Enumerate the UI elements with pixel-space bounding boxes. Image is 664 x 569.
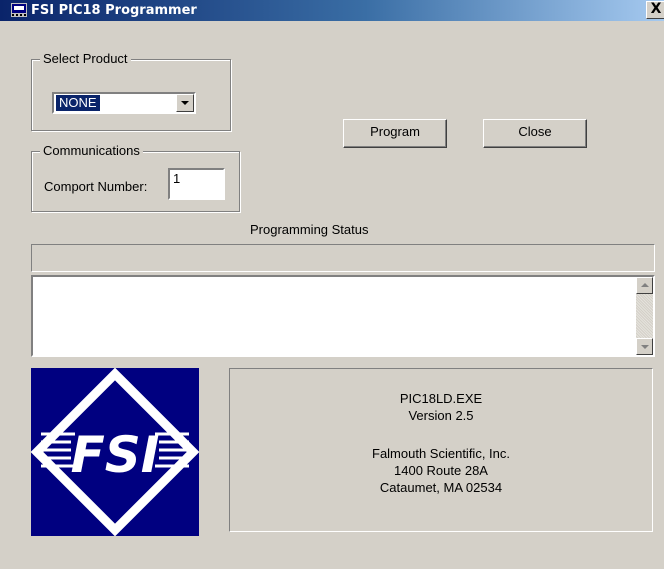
app-window: FSI PIC18 Programmer X Select Product NO… — [0, 0, 664, 569]
chevron-down-icon[interactable] — [176, 94, 194, 112]
window-close-button[interactable]: X — [646, 1, 664, 19]
status-textarea[interactable] — [31, 275, 655, 357]
company-name: Falmouth Scientific, Inc. — [372, 446, 510, 461]
status-progress-bar — [31, 244, 655, 272]
about-info-panel: PIC18LD.EXE Version 2.5 Falmouth Scienti… — [229, 368, 653, 532]
title-bar[interactable]: FSI PIC18 Programmer X — [0, 0, 664, 21]
communications-legend: Communications — [40, 143, 143, 159]
select-product-legend: Select Product — [40, 51, 131, 67]
window-title: FSI PIC18 Programmer — [31, 3, 197, 18]
scroll-up-icon[interactable] — [636, 277, 653, 294]
fsi-logo-text: FSI — [71, 426, 160, 484]
close-button[interactable]: Close — [483, 119, 587, 148]
comport-label: Comport Number: — [44, 179, 148, 194]
exe-name: PIC18LD.EXE — [399, 391, 483, 406]
fsi-logo-icon: FSI — [30, 367, 200, 537]
product-select-value: NONE — [56, 95, 100, 111]
comport-input[interactable]: 1 — [168, 168, 225, 200]
program-button[interactable]: Program — [343, 119, 447, 148]
app-icon — [11, 3, 27, 17]
product-select[interactable]: NONE — [52, 92, 196, 114]
programming-status-heading: Programming Status — [250, 222, 369, 237]
select-product-group: Select Product NONE — [31, 51, 231, 131]
scroll-down-icon[interactable] — [636, 338, 653, 355]
version-text: Version 2.5 — [408, 408, 474, 423]
fsi-logo: FSI — [30, 367, 200, 537]
company-city: Cataumet, MA 02534 — [379, 480, 503, 495]
status-scrollbar[interactable] — [636, 277, 653, 355]
communications-group: Communications Comport Number: 1 — [31, 143, 240, 212]
company-street: 1400 Route 28A — [394, 463, 488, 478]
